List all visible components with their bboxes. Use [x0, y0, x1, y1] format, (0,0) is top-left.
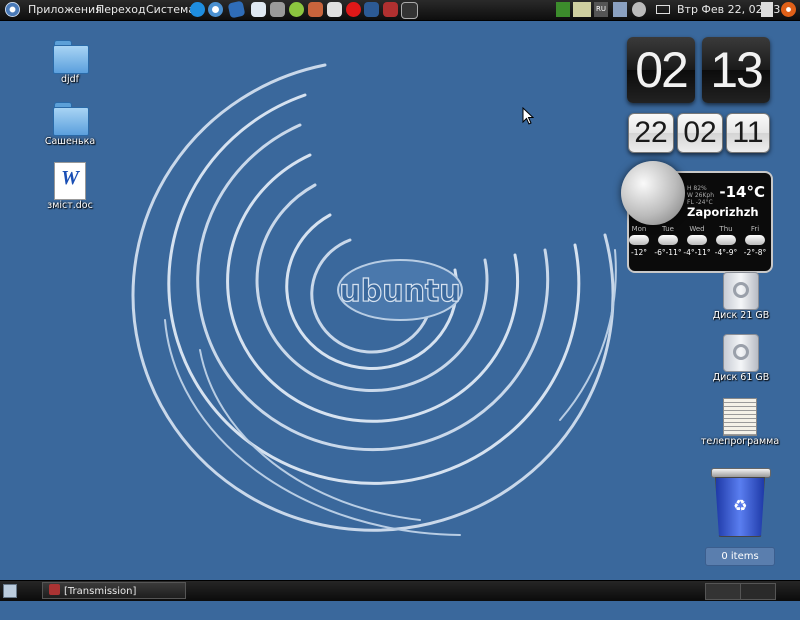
folder-icon — [52, 38, 89, 74]
safari-icon[interactable] — [208, 2, 223, 17]
disk-icon — [723, 334, 759, 372]
sticky-note-icon[interactable] — [573, 2, 591, 17]
trash-can[interactable]: ♻ — [711, 468, 771, 537]
desktop-icon-teleprogramma[interactable]: телепрограмма — [700, 398, 780, 447]
desktop-icon-djdf[interactable]: djdf — [40, 38, 100, 85]
menu-system[interactable]: Система — [146, 3, 195, 16]
show-desktop-button[interactable] — [3, 584, 17, 598]
flip-clock-minutes: 13 — [702, 37, 770, 103]
photo-icon[interactable] — [327, 2, 342, 17]
trash-items-count: 0 items — [705, 547, 775, 566]
mouse-cursor-icon — [522, 107, 534, 125]
transmission-icon[interactable] — [383, 2, 398, 17]
flip-date-month: 02 — [677, 113, 723, 153]
settings-icon[interactable] — [270, 2, 285, 17]
menu-applications[interactable]: Приложения — [28, 3, 102, 16]
snow-cloud-icon — [745, 235, 765, 245]
help-icon[interactable] — [289, 2, 304, 17]
chat-icon[interactable] — [251, 2, 266, 17]
network-monitor-icon[interactable] — [556, 2, 570, 17]
flip-clock-hours: 02 — [627, 37, 695, 103]
recycle-icon: ♻ — [733, 496, 748, 515]
desktop-icon-label: Диск 61 GB — [712, 372, 770, 383]
network-icon[interactable] — [613, 2, 627, 17]
gaming-icon[interactable] — [364, 2, 379, 17]
desktop-icon-label: Диск 21 GB — [712, 310, 770, 321]
ubuntu-logo-text: ubuntu — [339, 274, 460, 309]
desktop-icon-zmist-doc[interactable]: W зміст.doc — [38, 162, 102, 211]
forecast-day: Mon -12° — [629, 225, 649, 257]
snow-cloud-icon — [629, 235, 649, 245]
archive-icon[interactable] — [308, 2, 323, 17]
transmission-icon — [49, 584, 60, 595]
forecast-day: Fri -2°-8° — [743, 225, 767, 257]
flip-date-year: 11 — [726, 113, 770, 153]
folder-icon — [52, 100, 89, 136]
taskbar-item-label: [Transmission] — [64, 586, 137, 597]
desktop-icon-label: djdf — [60, 74, 80, 85]
workspace-2[interactable] — [740, 583, 776, 600]
weather-city: Zaporizhzh — [687, 205, 759, 219]
disk-icon — [723, 272, 759, 310]
newspaper-icon — [723, 398, 757, 436]
taskbar-item-transmission[interactable]: [Transmission] — [42, 582, 186, 599]
desktop-icon-sashenka[interactable]: Сашенька — [38, 100, 102, 147]
snow-cloud-icon — [658, 235, 678, 245]
terminal-icon[interactable] — [401, 2, 418, 19]
ubuntu-logo-icon[interactable] — [5, 2, 20, 17]
snow-cloud-icon — [687, 235, 707, 245]
skype-icon[interactable] — [190, 2, 205, 17]
flip-date-day: 22 — [628, 113, 674, 153]
mail-icon[interactable] — [227, 0, 246, 19]
word-document-icon: W — [54, 162, 86, 200]
forecast-day: Wed -4°-11° — [683, 225, 711, 257]
top-panel: Приложения Переход Система RU Втр Фев 22… — [0, 0, 800, 21]
weather-widget[interactable]: H 82% W 26Kph FL -24°C -14°C Zaporizhzh … — [621, 161, 773, 273]
ubuntu-swirl-wallpaper: ubuntu — [131, 63, 617, 536]
opera-icon[interactable] — [346, 2, 361, 17]
moon-cloudy-icon — [621, 161, 685, 225]
forecast-day: Tue -6°-11° — [654, 225, 682, 257]
menu-places[interactable]: Переход — [96, 3, 146, 16]
forecast-day: Thu -4°-9° — [714, 225, 738, 257]
keyboard-layout-indicator[interactable]: RU — [594, 2, 608, 17]
desktop-icon-label: телепрограмма — [700, 436, 780, 447]
snow-cloud-icon — [716, 235, 736, 245]
show-desktop-icon[interactable] — [761, 2, 773, 17]
weather-temperature: -14°C — [719, 183, 765, 201]
desktop-icon-label: зміст.doc — [47, 200, 93, 211]
desktop-icon-disk-21gb[interactable]: Диск 21 GB — [706, 272, 776, 321]
workspace-1[interactable] — [705, 583, 741, 600]
envelope-icon[interactable] — [656, 5, 670, 14]
bottom-panel: [Transmission] — [0, 580, 800, 601]
trash-lid — [711, 468, 771, 478]
power-icon[interactable] — [781, 2, 796, 17]
volume-icon[interactable] — [632, 2, 646, 17]
desktop-icon-disk-61gb[interactable]: Диск 61 GB — [706, 334, 776, 383]
desktop-icon-label: Сашенька — [44, 136, 96, 147]
weather-details: H 82% W 26Kph FL -24°C — [687, 185, 715, 206]
